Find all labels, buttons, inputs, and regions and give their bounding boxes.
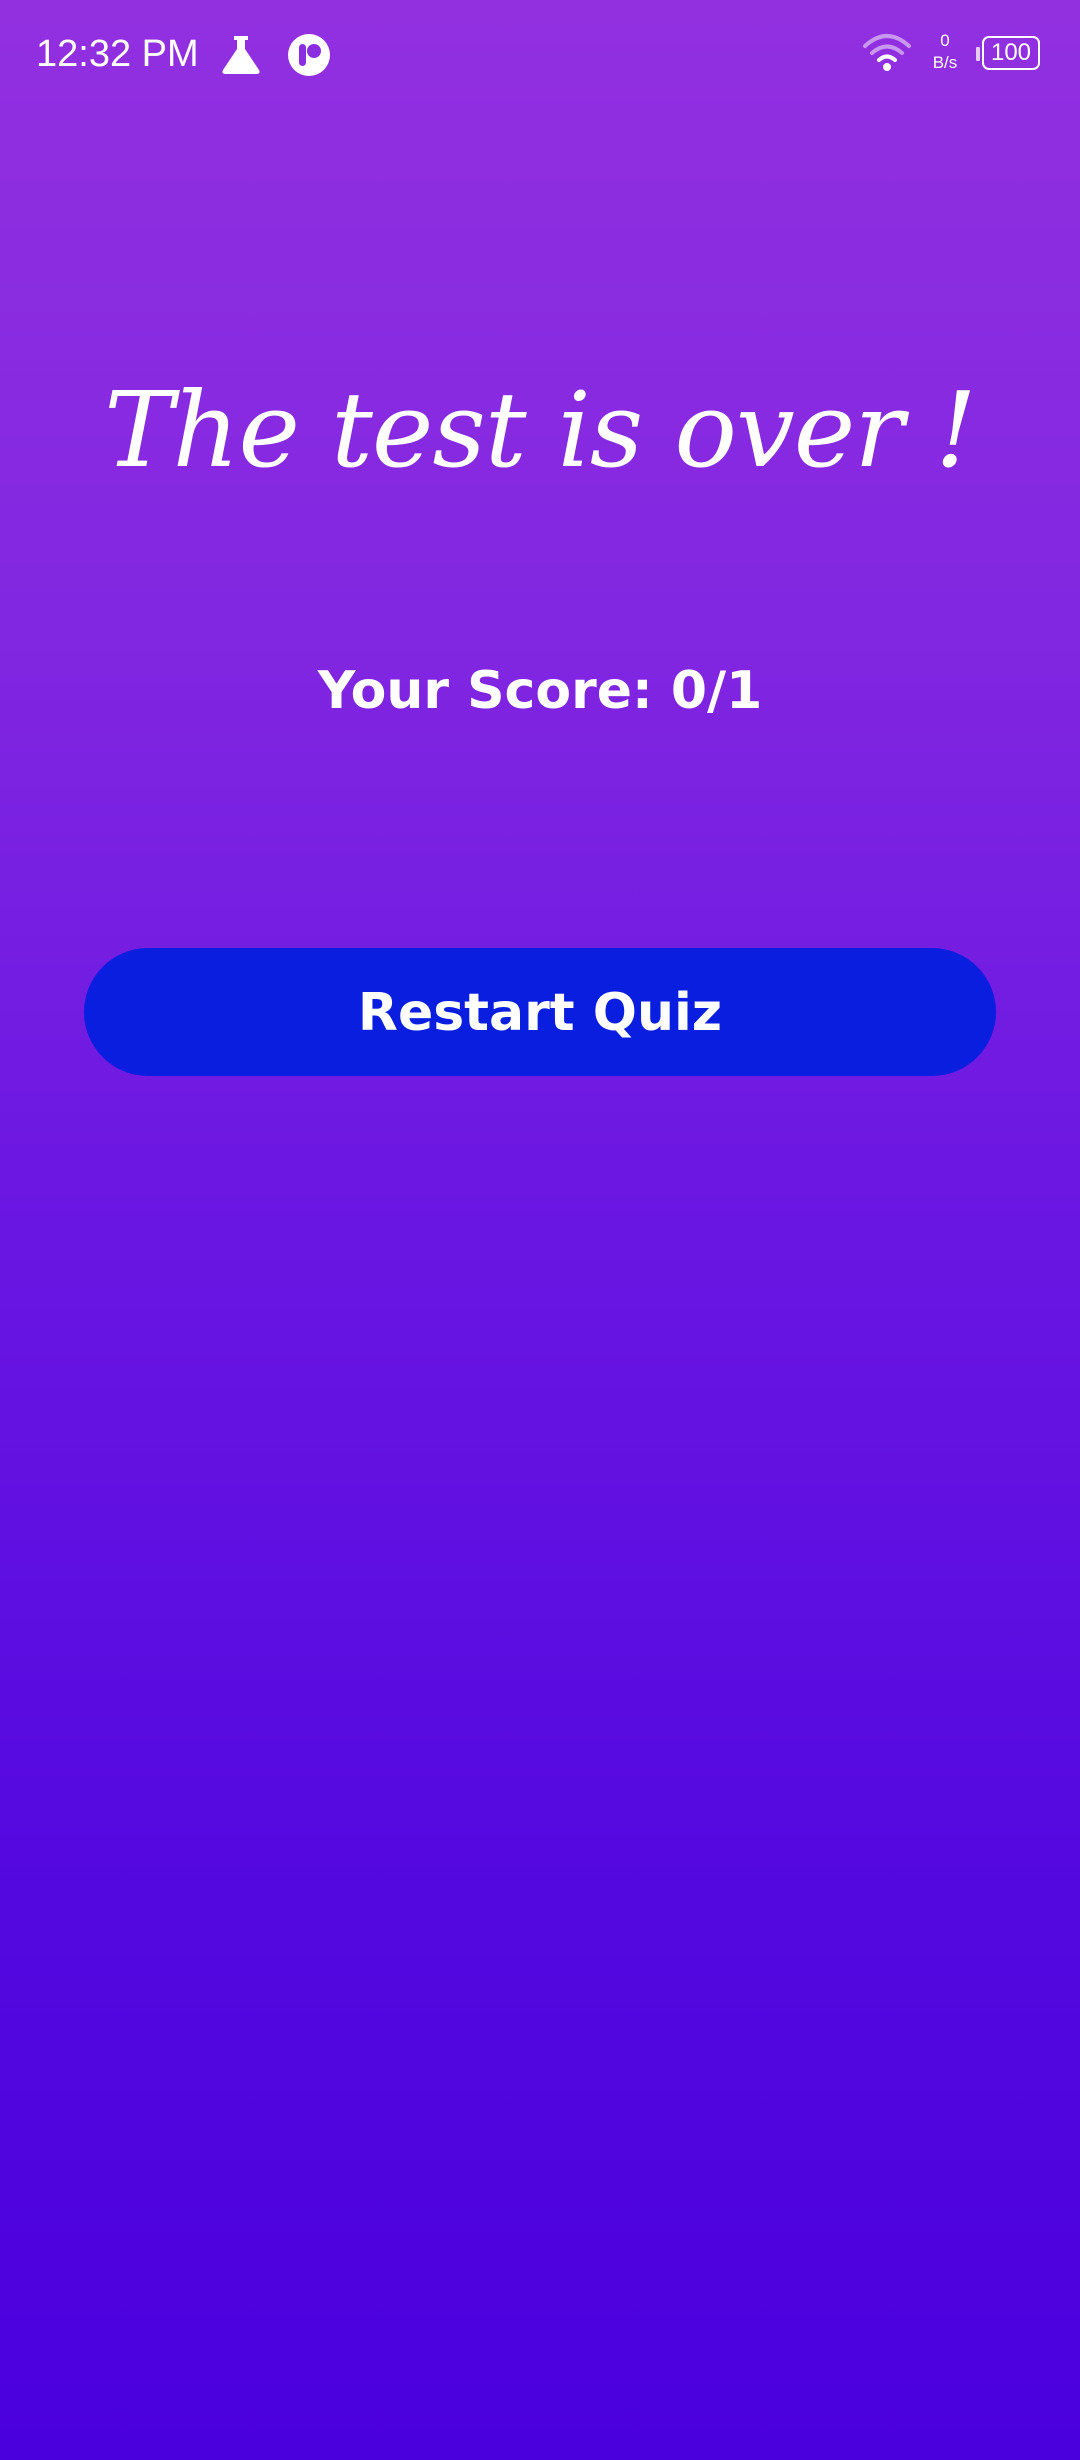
battery-icon: 100 <box>976 36 1042 72</box>
flask-icon <box>222 36 260 74</box>
restart-quiz-button[interactable]: Restart Quiz <box>84 948 996 1076</box>
status-bar: 12:32 PM 0 B/s 100 <box>0 0 1080 110</box>
status-time: 12:32 PM <box>36 33 199 75</box>
app-icon <box>288 34 330 76</box>
network-speed: 0 B/s <box>922 30 968 74</box>
network-speed-unit: B/s <box>932 53 958 72</box>
network-speed-value: 0 <box>940 31 950 50</box>
score-text: Your Score: 0/1 <box>317 661 763 721</box>
result-title: The test is over ! <box>104 369 977 491</box>
battery-level: 100 <box>982 36 1040 70</box>
battery-nub <box>976 47 980 61</box>
wifi-icon <box>863 34 911 71</box>
